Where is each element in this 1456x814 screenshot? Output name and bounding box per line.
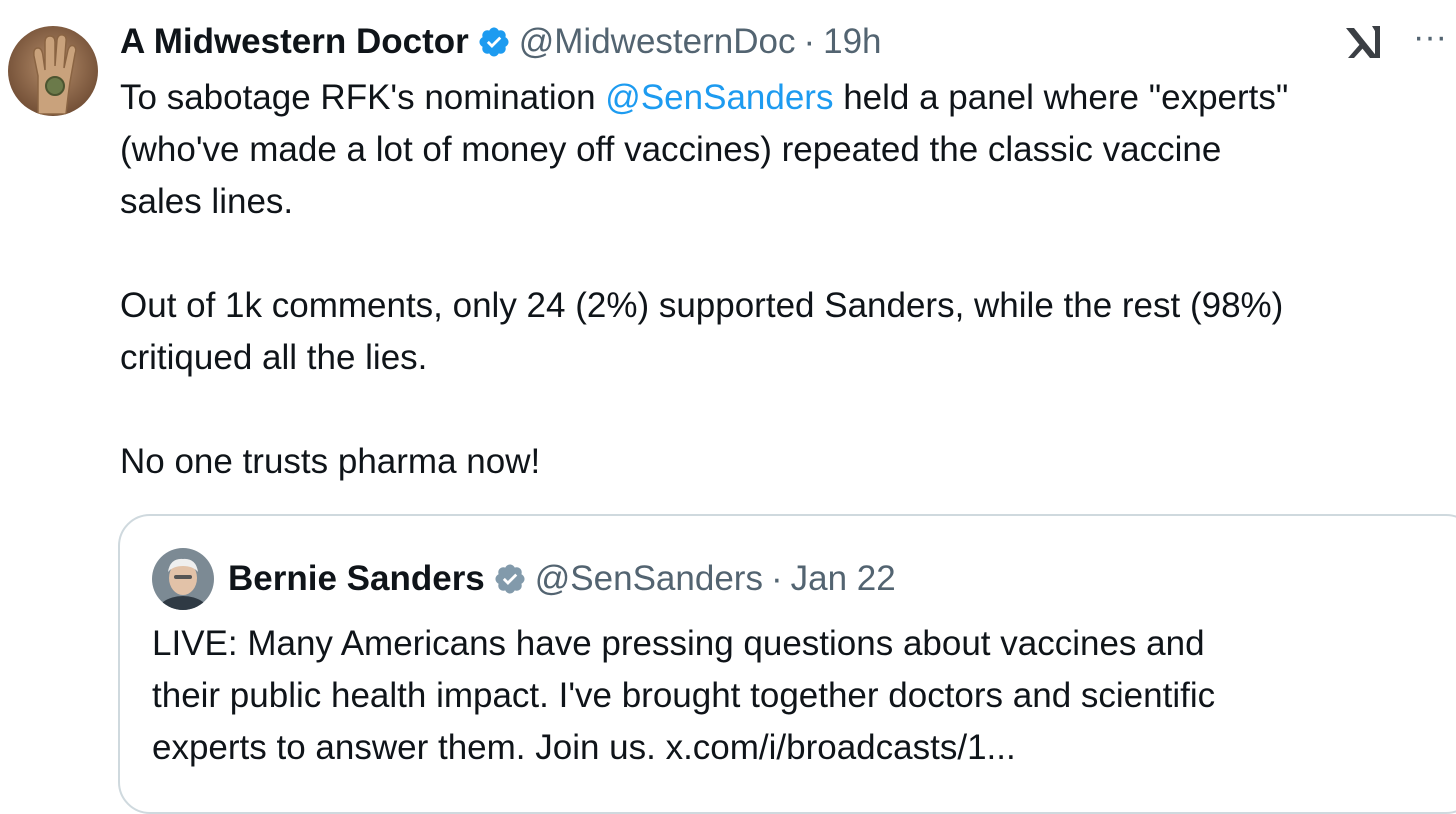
verified-badge-icon (477, 25, 511, 59)
quote-author-handle[interactable]: @SenSanders (535, 559, 763, 599)
author-avatar[interactable] (8, 26, 98, 116)
separator-dot: · (803, 22, 816, 61)
quote-text: LIVE: Many Americans have pressing quest… (152, 618, 1442, 774)
author-handle[interactable]: @MidwesternDoc (519, 22, 796, 62)
tweet-text-segment: To sabotage RFK's nomination (120, 78, 606, 117)
tweet-text-line: Out of 1k comments, only 24 (2%) support… (120, 286, 1284, 325)
hand-avatar-icon (8, 26, 98, 116)
tweet-text-line: To sabotage RFK's nomination @SenSanders… (120, 72, 1440, 124)
quote-date[interactable]: Jan 22 (791, 559, 896, 599)
tweet-text-line: No one trusts pharma now! (120, 442, 541, 481)
quote-author-name[interactable]: Bernie Sanders (228, 559, 485, 599)
quoted-tweet-card[interactable]: Bernie Sanders @SenSanders · Jan 22 LIVE… (118, 514, 1456, 814)
x-logo-icon[interactable] (1342, 20, 1386, 64)
quote-text-line: their public health impact. I've brought… (152, 676, 1216, 715)
tweet-text-line: critiqued all the lies. (120, 338, 428, 377)
quote-header: Bernie Sanders @SenSanders · Jan 22 (228, 554, 896, 604)
mention-link[interactable]: @SenSanders (605, 78, 833, 117)
tweet-text: To sabotage RFK's nomination @SenSanders… (120, 72, 1440, 488)
tweet-text-line: (who've made a lot of money off vaccines… (120, 130, 1222, 169)
author-name[interactable]: A Midwestern Doctor (120, 22, 469, 62)
tweet-time[interactable]: 19h (823, 22, 881, 62)
quote-text-line: LIVE: Many Americans have pressing quest… (152, 624, 1205, 663)
quote-text-line: experts to answer them. Join us. x.com/i… (152, 728, 1016, 767)
quote-avatar[interactable] (152, 548, 214, 610)
verified-badge-icon (493, 562, 527, 596)
portrait-avatar-icon (152, 548, 214, 610)
tweet-header: A Midwestern Doctor @MidwesternDoc · 19h (120, 16, 882, 68)
tweet-text-segment: held a panel where "experts" (833, 78, 1289, 117)
separator-dot: · (770, 559, 783, 598)
more-icon[interactable]: ··· (1408, 20, 1452, 62)
tweet-text-line: sales lines. (120, 182, 294, 221)
